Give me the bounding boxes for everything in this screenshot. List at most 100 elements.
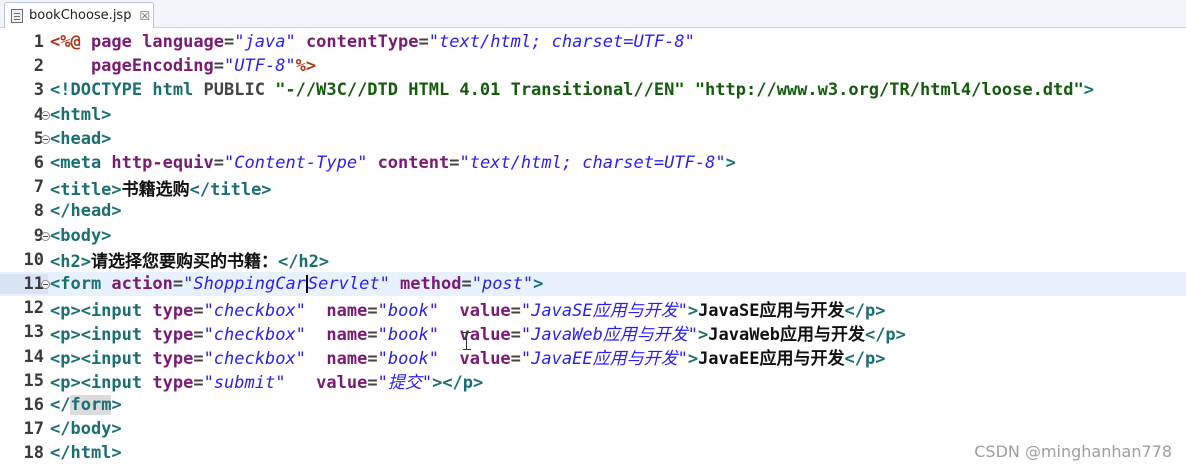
code-line[interactable]: 4 <html> — [0, 103, 1186, 127]
code-token: = — [461, 274, 472, 294]
code-token: JavaSE应用与开发 — [698, 300, 845, 321]
code-token: = — [224, 32, 235, 52]
line-number: 10 — [23, 249, 44, 270]
code-token: </ — [50, 395, 71, 415]
code-text: <h2>请选择您要购买的书籍：</h2> — [48, 247, 329, 272]
line-number: 17 — [23, 419, 44, 440]
tab-bookchoose-jsp[interactable]: bookChoose.jsp ☒ — [4, 2, 154, 28]
line-number: 3 — [33, 80, 44, 101]
code-token: = — [213, 153, 225, 173]
code-token: ></p> — [432, 373, 484, 394]
line-number: 15 — [23, 370, 44, 391]
fold-collapse-icon[interactable] — [41, 134, 50, 144]
code-line[interactable]: 1 <%@ page language="java" contentType="t… — [0, 30, 1186, 54]
line-number-gutter: 1 — [0, 32, 48, 52]
code-token: <!DOCTYPE html — [50, 80, 204, 101]
code-token: </h2> — [277, 252, 330, 273]
code-line[interactable]: 13 <p><input type="checkbox" name="book" … — [0, 320, 1186, 345]
code-token: > — [698, 324, 709, 345]
code-token: JavaWeb应用与开发 — [708, 324, 865, 345]
code-token: </title> — [189, 179, 272, 200]
code-editor[interactable]: 1 <%@ page language="java" contentType="t… — [0, 29, 1186, 473]
code-token: = — [367, 373, 378, 394]
line-number-gutter: 14 — [0, 347, 48, 367]
line-number-gutter: 9 — [0, 226, 50, 246]
code-token: "submit" — [203, 373, 286, 394]
code-line[interactable]: 12 <p><input type="checkbox" name="book" … — [0, 296, 1186, 321]
code-token: = — [367, 300, 378, 321]
code-text: <title>书籍选购</title> — [48, 175, 272, 200]
code-token: = — [510, 324, 521, 345]
code-line[interactable]: 17 </body> — [0, 417, 1186, 441]
line-number: 2 — [33, 56, 44, 77]
code-line[interactable]: 15 <p><input type="submit" value="提交"></p… — [0, 369, 1186, 394]
line-number: 12 — [23, 298, 44, 319]
code-token: 请选择您要购买的书籍： — [90, 252, 278, 273]
code-line[interactable]: 5 <head> — [0, 127, 1186, 151]
code-line[interactable]: 16 </form> — [0, 393, 1186, 417]
code-token: "checkbox" — [203, 324, 306, 345]
code-token: method — [389, 274, 462, 294]
code-token: <html> — [50, 104, 112, 125]
code-token: value — [439, 324, 511, 345]
code-text: pageEncoding="UTF-8"%> — [48, 56, 316, 76]
fold-collapse-icon[interactable] — [41, 110, 50, 120]
code-token: "-//W3C//DTD HTML 4.01 Transitional//EN"… — [275, 80, 1084, 101]
line-number-gutter: 17 — [0, 419, 48, 439]
code-token: "post" — [471, 274, 534, 294]
code-text: <!DOCTYPE html PUBLIC "-//W3C//DTD HTML … — [48, 80, 1094, 100]
code-line[interactable]: 2 pageEncoding="UTF-8"%> — [0, 54, 1186, 78]
code-token: "UTF-8" — [224, 56, 296, 77]
code-token: pageEncoding — [50, 56, 214, 77]
line-number-gutter: 16 — [0, 395, 48, 415]
code-token: </head> — [50, 201, 122, 222]
code-token: > — [687, 349, 699, 370]
code-token: contentType — [295, 32, 419, 52]
code-token: = — [193, 324, 204, 345]
code-token: value — [285, 373, 368, 394]
line-number-gutter: 8 — [0, 201, 48, 221]
code-text: <form action="ShoppingCar Servlet" method… — [48, 274, 543, 294]
code-line[interactable]: 10 <h2>请选择您要购买的书籍：</h2> — [0, 247, 1186, 273]
code-token: "text/html; charset=UTF-8" — [459, 153, 726, 173]
line-number: 1 — [33, 32, 44, 52]
code-token: page — [90, 32, 143, 52]
code-line[interactable]: 6 <meta http-equiv="Content-Type" content… — [0, 151, 1186, 175]
line-number-gutter: 10 — [0, 250, 48, 270]
code-line[interactable]: 3 <!DOCTYPE html PUBLIC "-//W3C//DTD HTML… — [0, 78, 1186, 102]
code-token: "JavaEE应用与开发" — [520, 349, 688, 370]
code-token: name — [305, 324, 368, 345]
code-line[interactable]: 11 <form action="ShoppingCar Servlet" meth… — [0, 272, 1186, 296]
code-token: > — [111, 395, 122, 415]
code-token: <meta — [50, 153, 112, 173]
tab-label: bookChoose.jsp — [29, 8, 132, 23]
code-text: </body> — [48, 419, 122, 439]
code-text: </form> — [48, 395, 122, 415]
line-number-gutter: 11 — [0, 274, 50, 294]
code-token: = — [418, 32, 429, 52]
editor-tab-bar: bookChoose.jsp ☒ — [0, 0, 1186, 28]
code-token: value — [439, 300, 511, 321]
code-line[interactable]: 14 <p><input type="checkbox" name="book" … — [0, 345, 1186, 370]
jsp-file-icon — [11, 8, 23, 23]
code-token: </p> — [864, 324, 906, 345]
code-token: "JavaWeb应用与开发" — [520, 324, 699, 345]
code-token: = — [510, 300, 521, 321]
code-token: language — [142, 32, 225, 52]
code-token: Servlet" — [307, 274, 390, 294]
code-token: "JavaSE应用与开发" — [520, 300, 688, 321]
code-token: <p><input — [50, 373, 153, 394]
code-line[interactable]: 9 <body> — [0, 224, 1186, 248]
line-number: 8 — [33, 201, 44, 222]
code-line[interactable]: 8 </head> — [0, 199, 1186, 223]
code-text: </head> — [48, 201, 122, 221]
code-line[interactable]: 7 <title>书籍选购</title> — [0, 175, 1186, 200]
code-token: = — [367, 349, 378, 370]
code-token: <body> — [50, 225, 112, 246]
close-icon[interactable]: ☒ — [139, 9, 150, 23]
code-token: </p> — [844, 349, 886, 370]
fold-collapse-icon[interactable] — [41, 280, 50, 289]
line-number-gutter: 7 — [0, 177, 48, 197]
line-number: 7 — [33, 177, 44, 198]
fold-collapse-icon[interactable] — [41, 231, 50, 241]
